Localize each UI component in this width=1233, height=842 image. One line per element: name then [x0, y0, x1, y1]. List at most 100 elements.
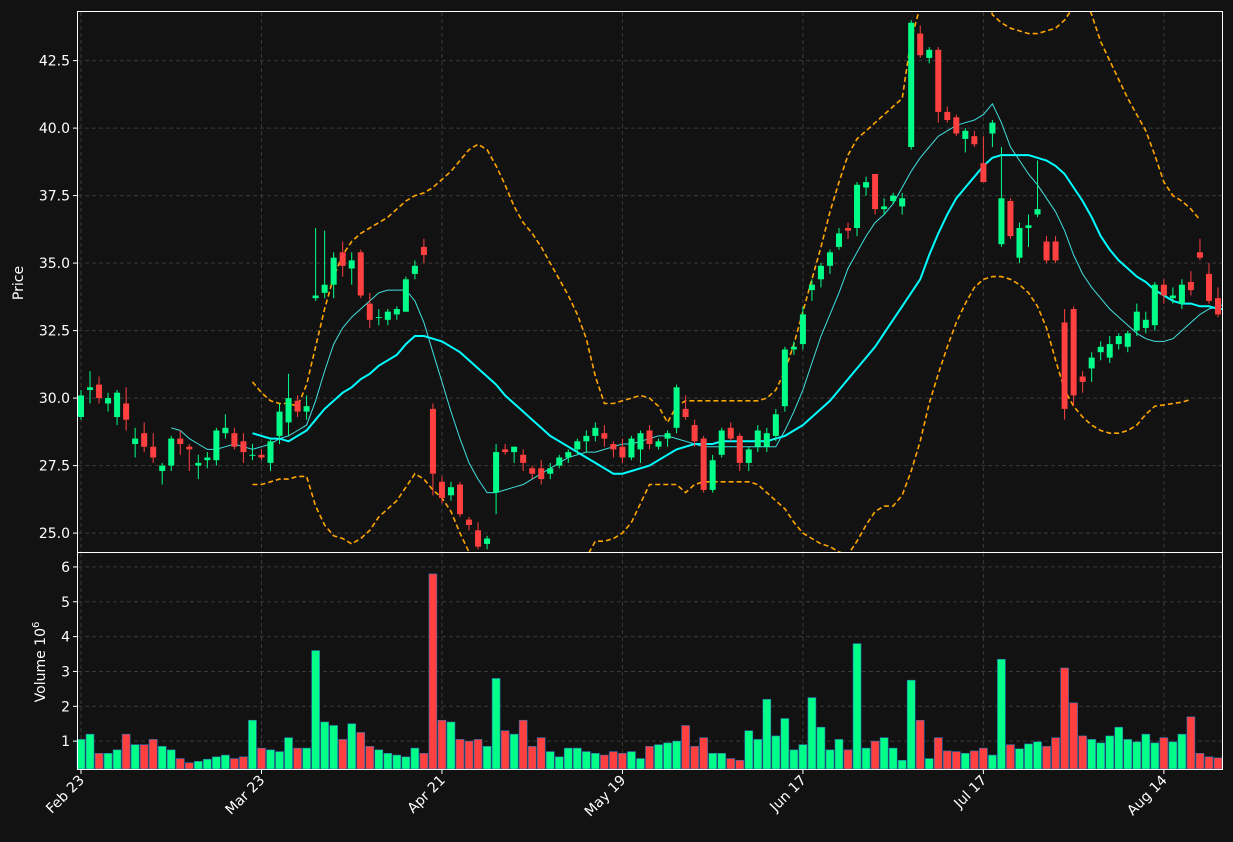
candle-body [213, 430, 220, 461]
candle-body [763, 433, 770, 447]
candle-body [962, 130, 969, 139]
candle-body [673, 387, 680, 428]
candle [673, 384, 680, 434]
candle [1061, 309, 1068, 420]
candle [953, 114, 960, 137]
candle-body [998, 198, 1005, 245]
candle-body [475, 530, 482, 547]
volume-bar [1114, 726, 1124, 770]
volume-bar [1042, 746, 1051, 770]
volume-bar [275, 751, 284, 770]
candle-body [637, 433, 644, 450]
volume-bar [591, 753, 600, 770]
volume-bar [699, 737, 708, 770]
candle-body [1070, 309, 1077, 396]
volume-bar [753, 739, 763, 770]
volume-bar [1069, 702, 1078, 770]
candle-body [953, 117, 960, 134]
candle-body [682, 408, 689, 417]
candle-body [511, 446, 518, 453]
volume-bar [816, 726, 826, 770]
volume-bar [284, 737, 293, 770]
candle-body [393, 309, 400, 315]
volume-bar [1159, 737, 1169, 770]
candle-body [132, 438, 139, 444]
candle-body [294, 400, 301, 412]
candle-body [195, 462, 202, 466]
candle-body [574, 441, 581, 450]
candle-body [601, 433, 608, 439]
volume-bar [338, 739, 347, 770]
candle [213, 427, 220, 466]
volume-bar [609, 751, 618, 770]
volume-bar [789, 749, 799, 770]
volume-bar [1123, 739, 1133, 770]
volume-bar [1177, 733, 1187, 770]
candle-body [330, 257, 337, 285]
candle-body [303, 406, 310, 412]
volume-bar [446, 721, 456, 770]
candle-body [1142, 319, 1149, 328]
price-tick-label: 37.5 [39, 189, 70, 205]
volume-bar [618, 753, 627, 770]
volume-bar [248, 719, 257, 770]
volume-bar [1213, 757, 1223, 770]
candle-body [520, 454, 527, 463]
volume-bar [1033, 741, 1042, 770]
candle [781, 346, 788, 412]
candle-body [854, 184, 861, 228]
volume-bar [888, 747, 898, 770]
candle-body [1061, 322, 1068, 409]
candle [718, 427, 725, 458]
candle-body [1043, 241, 1050, 261]
volume-bar [139, 744, 149, 770]
volume-bar [1186, 716, 1196, 770]
volume-bar [1051, 737, 1060, 770]
candle-body [790, 346, 797, 350]
candle [908, 20, 915, 150]
candle-body [267, 441, 274, 463]
volume-tick-label: 2 [61, 699, 70, 715]
candle-body [466, 519, 473, 525]
candle-body [258, 454, 265, 458]
volume-tick-label: 6 [61, 560, 70, 576]
candle [1016, 222, 1023, 264]
volume-bar [933, 737, 943, 770]
candle-body [845, 228, 852, 231]
candle-body [872, 174, 879, 210]
candle-body [836, 233, 842, 247]
volume-bar [347, 723, 357, 770]
volume-bar [130, 744, 140, 770]
candle [1007, 198, 1014, 239]
volume-bar [239, 756, 248, 770]
volume-bar [1141, 733, 1151, 770]
volume-bar [491, 678, 501, 770]
volume-bar [915, 719, 925, 770]
volume-bar [266, 749, 275, 770]
candle-body [610, 444, 617, 450]
volume-bar [1105, 735, 1115, 770]
price-tick-label: 40.0 [39, 121, 70, 137]
volume-bar [970, 750, 979, 770]
candle-body [366, 303, 373, 320]
volume-bar [762, 699, 772, 770]
candle-body [1088, 357, 1095, 369]
candle [709, 454, 716, 493]
volume-bar [500, 730, 510, 770]
price-tick-label: 30.0 [39, 391, 70, 407]
volume-bar [1195, 753, 1205, 770]
candle-body [935, 49, 942, 112]
candle-body [1025, 225, 1032, 228]
volume-bar [221, 754, 230, 770]
volume-bar [554, 756, 564, 770]
candle-body [402, 279, 409, 312]
candle-body [1007, 201, 1014, 237]
candle-body [890, 195, 897, 201]
candle-body [438, 481, 445, 498]
chart-background [0, 0, 1233, 842]
stock-chart: 25.0 27.5 30.0 32.5 35.0 37.5 40.0 42.5 Price 1… [0, 0, 1233, 842]
price-tick-label: 42.5 [39, 54, 70, 70]
candle-body [168, 438, 175, 466]
candle-body [917, 33, 924, 56]
candle [628, 435, 635, 461]
